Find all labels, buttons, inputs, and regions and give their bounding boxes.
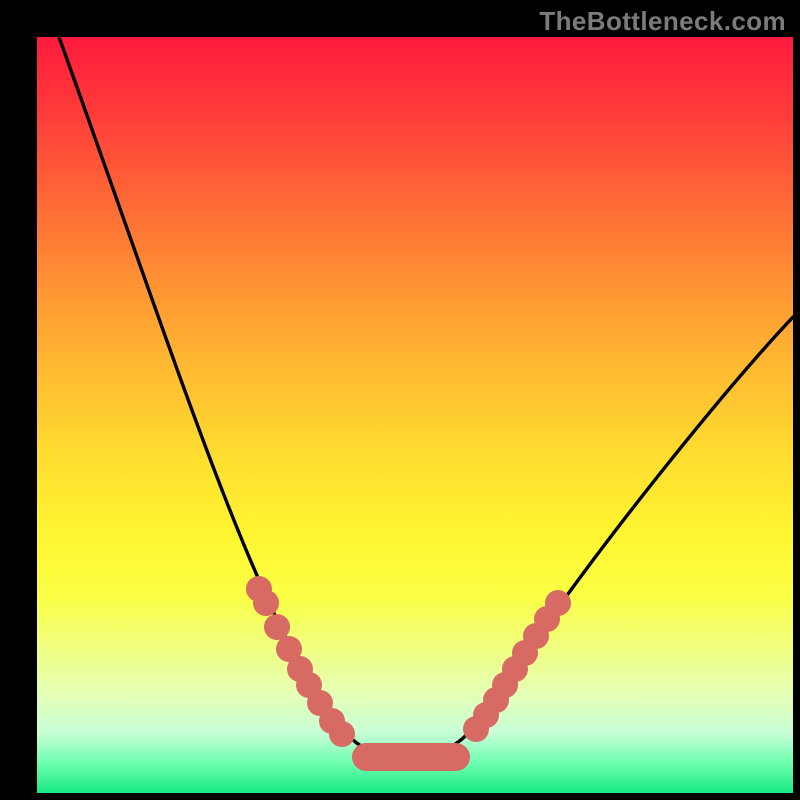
- flat-marker: [352, 743, 470, 771]
- markers-left: [246, 576, 355, 747]
- bottleneck-curve-path: [59, 37, 793, 757]
- marker-dot: [253, 590, 279, 616]
- curve-svg: [37, 37, 793, 793]
- marker-dot: [329, 721, 355, 747]
- plot-area: [37, 37, 793, 793]
- canvas-frame: TheBottleneck.com: [0, 0, 800, 800]
- marker-dot: [264, 614, 290, 640]
- watermark-text: TheBottleneck.com: [539, 6, 786, 37]
- marker-dot: [545, 590, 571, 616]
- markers-right: [463, 590, 571, 742]
